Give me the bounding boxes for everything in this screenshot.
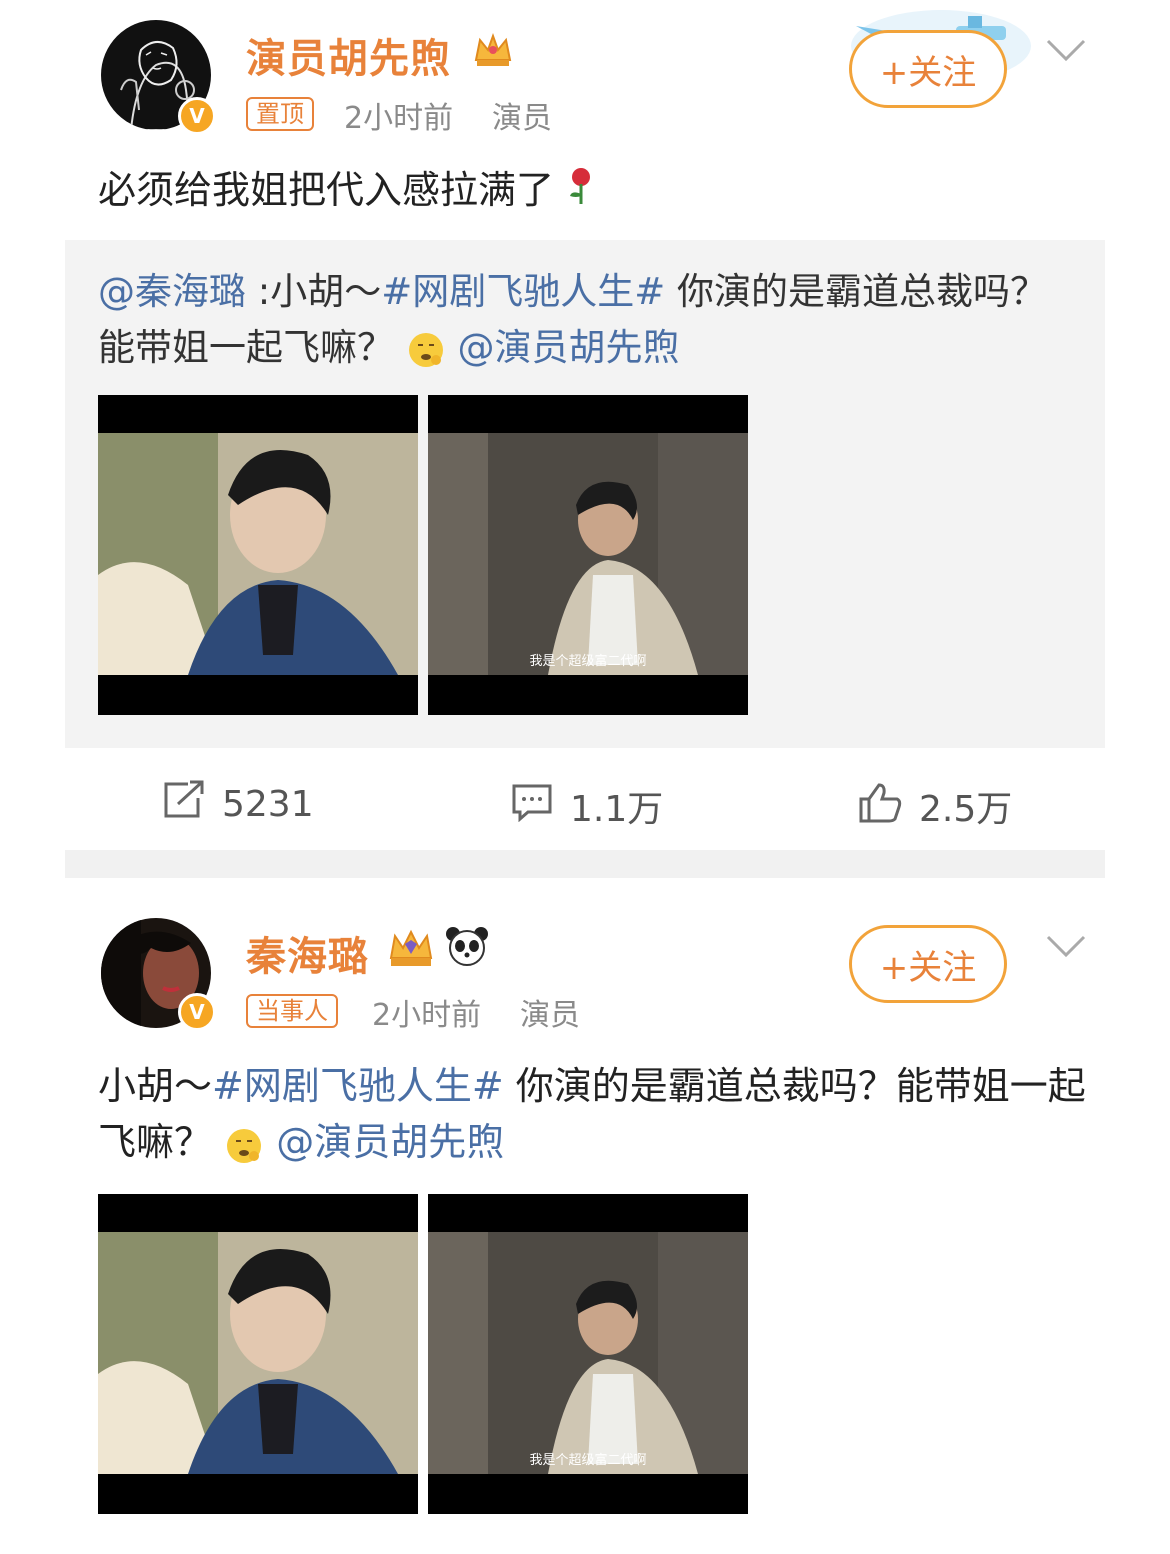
quoted-post[interactable]: @秦海璐 :小胡～#网剧飞驰人生# 你演的是霸道总裁吗？能带姐一起飞嘛？ @演员…: [65, 240, 1105, 748]
post-card: V 演员胡先煦 置顶 2小时前 演员 +关注 必须给我姐把代入感拉满了 @秦海璐…: [0, 0, 1170, 850]
like-count: 2.5万: [919, 789, 1013, 830]
mention-link[interactable]: @演员胡先煦: [458, 326, 680, 369]
follow-button[interactable]: +关注: [849, 30, 1007, 108]
involved-party-tag: 当事人: [246, 994, 338, 1028]
comment-icon: [510, 782, 554, 831]
thinking-emoji-icon: [224, 1125, 264, 1165]
post-source: 演员: [520, 998, 580, 1033]
verified-badge-icon: V: [178, 97, 216, 135]
comment-button[interactable]: 1.1万: [510, 780, 663, 832]
action-bar: 5231 1.1万 2.5万: [0, 760, 1170, 840]
post-card: V 秦海璐 当事人 2小时前 演员 +关注 小胡～#网剧飞驰人生# 你演的是霸道…: [0, 878, 1170, 1554]
hashtag-link[interactable]: #网剧飞驰人生#: [212, 1064, 504, 1108]
username[interactable]: 演员胡先煦: [246, 26, 451, 84]
quoted-text-part: :小胡～: [246, 270, 382, 313]
thinking-emoji-icon: [406, 330, 446, 370]
post-time: 2小时前: [344, 101, 454, 136]
image-thumbnail[interactable]: [98, 395, 418, 715]
verified-badge-icon: V: [178, 993, 216, 1031]
like-button[interactable]: 2.5万: [857, 780, 1012, 832]
repost-button[interactable]: 5231: [162, 780, 314, 829]
comment-count: 1.1万: [570, 789, 664, 830]
chevron-down-icon[interactable]: [1045, 38, 1087, 68]
panda-icon: [445, 926, 489, 972]
post-text-content: 必须给我姐把代入感拉满了: [98, 168, 555, 212]
repost-count: 5231: [222, 784, 314, 825]
follow-button[interactable]: +关注: [849, 925, 1007, 1003]
crown-icon: [385, 926, 437, 974]
post-source: 演员: [492, 101, 552, 136]
post-text-part: 小胡～: [98, 1064, 213, 1108]
image-thumbnail[interactable]: 我是个超级富二代啊: [428, 1194, 748, 1514]
repost-icon: [162, 780, 206, 829]
image-thumbnail[interactable]: [98, 1194, 418, 1514]
pinned-tag: 置顶: [246, 97, 314, 131]
image-thumbnail[interactable]: 我是个超级富二代啊: [428, 395, 748, 715]
hashtag-link[interactable]: #网剧飞驰人生#: [381, 270, 665, 313]
post-divider: [65, 850, 1105, 878]
post-text: 必须给我姐把代入感拉满了: [98, 162, 596, 221]
quoted-text: @秦海璐 :小胡～#网剧飞驰人生# 你演的是霸道总裁吗？能带姐一起飞嘛？ @演员…: [98, 264, 1078, 376]
username[interactable]: 秦海璐: [246, 924, 369, 982]
mention-link[interactable]: @秦海璐: [98, 270, 246, 313]
chevron-down-icon[interactable]: [1045, 934, 1087, 964]
post-time: 2小时前: [372, 998, 482, 1033]
video-subtitle: 我是个超级富二代啊: [529, 654, 647, 669]
rose-icon: [566, 165, 596, 221]
video-subtitle: 我是个超级富二代啊: [529, 1453, 647, 1468]
mention-link[interactable]: @演员胡先煦: [276, 1120, 504, 1164]
thumbs-up-icon: [857, 781, 903, 832]
post-text: 小胡～#网剧飞驰人生# 你演的是霸道总裁吗？能带姐一起飞嘛？ @演员胡先煦: [98, 1058, 1088, 1170]
crown-icon: [472, 30, 514, 74]
